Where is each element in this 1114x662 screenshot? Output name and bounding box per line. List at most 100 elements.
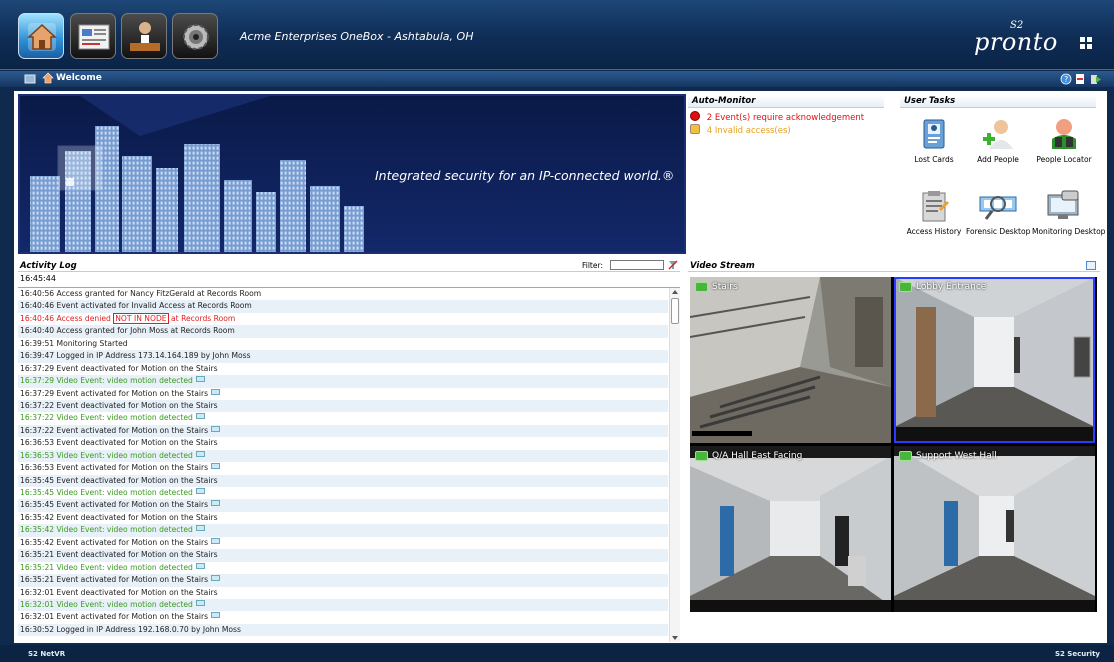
app-footer: S2 NetVR S2 Security <box>0 645 1114 662</box>
log-row: 16:40:46 Event activated for Invalid Acc… <box>18 300 668 313</box>
log-row: 16:37:29 Event activated for Motion on t… <box>18 388 668 400</box>
camera-status-icon <box>899 282 912 292</box>
camera-stairs[interactable]: Stairs <box>690 277 891 443</box>
log-text: 16:35:21 Event deactivated for Motion on… <box>20 550 218 560</box>
camera-status-icon <box>695 282 708 292</box>
task-people-locator[interactable]: People Locator <box>1032 117 1096 171</box>
log-row: 16:35:21 Event deactivated for Motion on… <box>18 549 668 562</box>
video-clip-icon[interactable] <box>195 599 205 606</box>
event-count: 2 <box>706 113 713 123</box>
scroll-up-icon[interactable] <box>672 290 678 294</box>
task-access-history[interactable]: Access History <box>902 189 966 243</box>
denial-reason: NOT IN NODE <box>113 312 169 324</box>
task-monitoring-desktop[interactable]: Monitoring Desktop <box>1032 189 1105 243</box>
task-label: Add People <box>977 155 1019 164</box>
clipboard-icon <box>922 191 949 222</box>
video-clip-icon[interactable] <box>211 537 221 544</box>
camera-qa-hall-east[interactable]: Q/A Hall East Facing <box>690 446 891 612</box>
video-stream-panel: Video Stream Stairs Lobby Entrance Q/A H… <box>688 259 1100 641</box>
menu-icon[interactable] <box>24 73 36 85</box>
task-label: People Locator <box>1036 155 1092 164</box>
video-clip-icon[interactable] <box>211 500 221 507</box>
log-row: 16:36:53 Event deactivated for Motion on… <box>18 437 668 449</box>
log-text: 16:35:42 Event deactivated for Motion on… <box>20 512 218 522</box>
task-add-people[interactable]: Add People <box>966 117 1030 171</box>
reports-button[interactable] <box>70 13 116 59</box>
camera-status-icon <box>695 451 708 461</box>
alarm-icon <box>690 111 700 121</box>
log-text: 16:40:46 Event activated for Invalid Acc… <box>20 301 252 311</box>
svg-text:?: ? <box>1064 75 1068 84</box>
home-button[interactable] <box>18 13 64 59</box>
log-text: 16:35:42 Event activated for Motion on t… <box>20 537 209 547</box>
log-text: 16:37:29 Event activated for Motion on t… <box>20 388 209 398</box>
add-person-icon <box>983 120 1013 149</box>
help-icon[interactable]: ? <box>1060 73 1072 85</box>
filter-label: Filter: <box>582 261 603 270</box>
log-row: 16:40:46 Access denied NOT IN NODE at Re… <box>18 312 668 325</box>
log-text: 16:32:01 Event activated for Motion on t… <box>20 612 209 622</box>
video-clip-icon[interactable] <box>211 388 221 395</box>
log-row: 16:35:45 Event deactivated for Motion on… <box>18 474 668 487</box>
video-clip-icon[interactable] <box>195 376 205 383</box>
log-text-suffix: at Records Room <box>168 313 236 323</box>
nav-bar: Welcome ? <box>0 71 1114 87</box>
unacknowledged-events-link[interactable]: 2 Event(s) require acknowledgement <box>690 111 864 123</box>
home-icon <box>27 23 57 51</box>
log-text: 16:35:42 Video Event: video motion detec… <box>20 525 193 535</box>
lobby-feed-image <box>894 277 1095 443</box>
log-row: 16:35:42 Video Event: video motion detec… <box>18 524 668 537</box>
video-clip-icon[interactable] <box>195 525 205 532</box>
task-forensic-desktop[interactable]: Forensic Desktop <box>966 189 1030 243</box>
log-row: 16:39:47 Logged in IP Address 173.14.164… <box>18 350 668 363</box>
log-text: 16:37:22 Video Event: video motion detec… <box>20 413 193 423</box>
log-text: 16:35:45 Event deactivated for Motion on… <box>20 475 218 485</box>
scroll-down-icon[interactable] <box>672 636 678 640</box>
log-row: 16:35:45 Video Event: video motion detec… <box>18 487 668 499</box>
auto-monitor-title: Auto-Monitor <box>692 96 756 106</box>
setup-button[interactable] <box>172 13 218 59</box>
task-label: Forensic Desktop <box>966 227 1031 236</box>
log-row: 16:40:40 Access granted for John Moss at… <box>18 325 668 338</box>
main-panel: Integrated security for an IP-connected … <box>14 91 1107 643</box>
scroll-thumb[interactable] <box>671 298 679 324</box>
log-row: 16:37:29 Video Event: video motion detec… <box>18 375 668 388</box>
auto-monitor-header: Auto-Monitor <box>688 95 884 108</box>
log-text: 16:35:21 Event activated for Motion on t… <box>20 575 209 585</box>
task-lost-cards[interactable]: Lost Cards <box>902 117 966 171</box>
invalid-text: Invalid access(es) <box>714 126 791 136</box>
brand-dots-icon <box>1080 37 1096 51</box>
home-small-icon <box>42 72 54 84</box>
log-scrollbar[interactable] <box>669 288 680 642</box>
video-clip-icon[interactable] <box>211 425 221 432</box>
log-text: 16:36:53 Event deactivated for Motion on… <box>20 438 218 448</box>
camera-lobby-entrance[interactable]: Lobby Entrance <box>894 277 1095 443</box>
log-row: 16:37:22 Event activated for Motion on t… <box>18 424 668 438</box>
camera-support-west-hall[interactable]: Support West Hall <box>894 446 1095 612</box>
video-clip-icon[interactable] <box>211 463 221 470</box>
video-clip-icon[interactable] <box>195 562 205 569</box>
video-clip-icon[interactable] <box>211 612 221 619</box>
activity-log-list[interactable]: 16:40:56 Access granted for Nancy FitzGe… <box>18 287 680 642</box>
filter-input[interactable] <box>610 260 664 270</box>
user-tasks-header: User Tasks <box>900 95 1096 108</box>
log-row: 16:37:29 Event deactivated for Motion on… <box>18 363 668 375</box>
video-clip-icon[interactable] <box>195 450 205 457</box>
activity-log-panel: Activity Log Filter: 16:45:44 16:40:56 A… <box>18 259 680 642</box>
video-layout-icon[interactable] <box>1086 261 1096 270</box>
invalid-access-link[interactable]: 4 Invalid access(es) <box>690 124 791 136</box>
log-text: 16:39:47 Logged in IP Address 173.14.164… <box>20 351 251 361</box>
video-clip-icon[interactable] <box>195 488 205 494</box>
log-text: 16:30:52 Logged in IP Address 192.168.0.… <box>20 624 241 634</box>
log-row: 16:35:45 Event activated for Motion on t… <box>18 499 668 512</box>
clear-filter-icon[interactable] <box>668 260 678 270</box>
administration-button[interactable] <box>121 13 167 59</box>
report-icon[interactable] <box>1074 73 1086 85</box>
logout-icon[interactable] <box>1090 73 1102 85</box>
video-clip-icon[interactable] <box>195 413 205 420</box>
welcome-banner: Integrated security for an IP-connected … <box>18 94 686 254</box>
support-hall-feed-image <box>894 446 1095 612</box>
log-text: 16:32:01 Video Event: video motion detec… <box>20 599 193 609</box>
monitor-camera-icon <box>1047 190 1079 219</box>
video-clip-icon[interactable] <box>211 575 221 582</box>
